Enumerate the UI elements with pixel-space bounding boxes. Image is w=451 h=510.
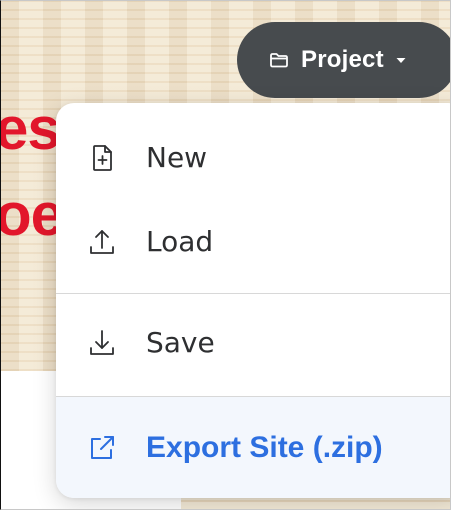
external-link-icon bbox=[86, 432, 118, 464]
menu-item-load[interactable]: Load bbox=[56, 202, 450, 282]
menu-item-save[interactable]: Save bbox=[56, 303, 450, 383]
project-menu-button[interactable]: Project bbox=[237, 22, 450, 98]
menu-item-new[interactable]: New bbox=[56, 118, 450, 198]
project-menu-label: Project bbox=[301, 46, 384, 73]
menu-divider bbox=[56, 293, 450, 294]
menu-item-label: Save bbox=[146, 326, 215, 359]
file-plus-icon bbox=[86, 142, 118, 174]
app-viewport: es oe Project New Load Save Export Site … bbox=[0, 0, 451, 510]
menu-item-label: Load bbox=[146, 225, 214, 258]
folder-icon bbox=[269, 50, 289, 70]
menu-item-label: New bbox=[146, 141, 208, 174]
menu-item-export-site[interactable]: Export Site (.zip) bbox=[56, 397, 450, 498]
page-heading-fragment-1: es bbox=[0, 95, 61, 162]
page-heading-fragment-2: oe bbox=[0, 181, 64, 248]
caret-down-icon bbox=[396, 55, 406, 65]
upload-icon bbox=[86, 226, 118, 258]
project-dropdown-menu: New Load Save Export Site (.zip) bbox=[56, 103, 450, 498]
download-icon bbox=[86, 327, 118, 359]
menu-item-label: Export Site (.zip) bbox=[146, 430, 383, 464]
